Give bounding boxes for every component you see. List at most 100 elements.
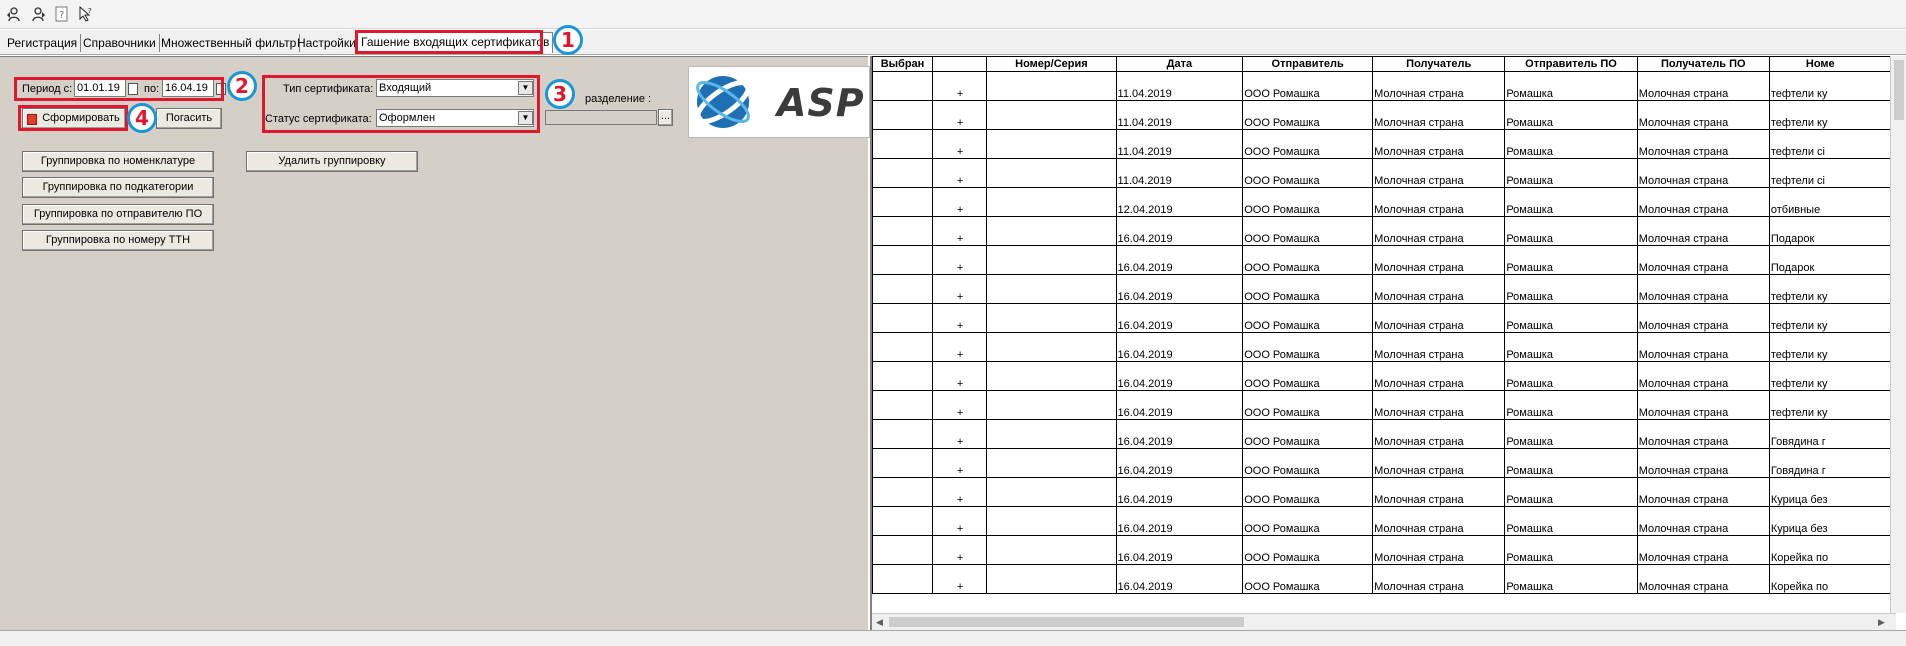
table-row[interactable]: +11.04.2019 ООО Ромашка Молочная страна Ром… — [871, 71, 1899, 101]
table-cell-sel[interactable] — [871, 274, 934, 304]
table-cell-sel[interactable] — [871, 448, 934, 478]
column-header[interactable]: Выбран — [871, 56, 934, 72]
tab-multi-filter[interactable]: Множественный фильтр — [158, 34, 301, 52]
table-cell-sel[interactable] — [871, 158, 934, 188]
table-cell-sender: ООО Ромашка — [1242, 187, 1374, 217]
table-cell-name: тефтели ку — [1768, 274, 1899, 304]
asp-logo: ASP — [688, 66, 870, 138]
table-header-row: Выбран Номер/Серия Дата Отправитель Полу… — [871, 56, 1899, 72]
group-by-ttn-button[interactable]: Группировка по номеру ТТН — [22, 230, 214, 251]
table-row[interactable]: +16.04.2019 ООО Ромашка Молочная страна Ром… — [871, 303, 1899, 333]
table-cell-recipient: Молочная страна — [1372, 187, 1506, 217]
table-cell-name: тефтели ку — [1768, 303, 1899, 333]
table-cell-sel[interactable] — [871, 477, 934, 507]
cancel-certificates-button[interactable]: Погасить — [156, 108, 222, 129]
table-cell-name: Говядина г — [1768, 448, 1899, 478]
table-cell-sel[interactable] — [871, 245, 934, 275]
horizontal-scrollbar[interactable]: ◀ ▶ — [872, 613, 1896, 631]
table-row[interactable]: +16.04.2019 ООО Ромашка Молочная страна Ром… — [871, 361, 1899, 391]
column-header[interactable]: Получатель ПО — [1636, 56, 1770, 72]
user-forward-icon[interactable] — [30, 6, 46, 22]
help-icon[interactable]: ? — [54, 6, 70, 22]
table-row[interactable]: +11.04.2019 ООО Ромашка Молочная страна Ром… — [871, 158, 1899, 188]
table-cell-sel[interactable] — [871, 332, 934, 362]
scroll-right-icon[interactable]: ▶ — [1878, 617, 1885, 628]
table-cell-mark: + — [932, 535, 988, 565]
table-cell-date: 16.04.2019 — [1115, 332, 1244, 362]
table-cell-sel[interactable] — [871, 187, 934, 217]
column-header[interactable]: Дата — [1115, 56, 1244, 72]
table-row[interactable]: +16.04.2019 ООО Ромашка Молочная страна Ром… — [871, 506, 1899, 536]
certificates-table: Выбран Номер/Серия Дата Отправитель Полу… — [871, 56, 1899, 594]
remove-grouping-button[interactable]: Удалить группировку — [246, 151, 418, 172]
column-header[interactable]: Номе — [1768, 56, 1899, 72]
table-cell-sender-po: Ромашка — [1504, 390, 1638, 420]
group-by-sender-po-button[interactable]: Группировка по отправителю ПО — [22, 204, 214, 225]
table-row[interactable]: +16.04.2019 ООО Ромашка Молочная страна Ром… — [871, 564, 1899, 594]
table-row[interactable]: +16.04.2019 ООО Ромашка Молочная страна Ром… — [871, 216, 1899, 246]
tab-settings[interactable]: Настройки — [294, 34, 360, 52]
group-by-nomenclature-button[interactable]: Группировка по номенклатуре — [22, 151, 214, 172]
column-header[interactable]: Отправитель ПО — [1504, 56, 1638, 72]
table-cell-sender-po: Ромашка — [1504, 187, 1638, 217]
table-cell-sel[interactable] — [871, 216, 934, 246]
table-cell-sel[interactable] — [871, 564, 934, 594]
table-row[interactable]: +11.04.2019 ООО Ромашка Молочная страна Ром… — [871, 100, 1899, 130]
scroll-thumb[interactable] — [1894, 60, 1904, 120]
table-cell-sender-po: Ромашка — [1504, 158, 1638, 188]
column-header[interactable]: Получатель — [1372, 56, 1506, 72]
tab-references[interactable]: Справочники — [80, 34, 160, 52]
table-row[interactable]: +11.04.2019 ООО Ромашка Молочная страна Ром… — [871, 129, 1899, 159]
table-cell-name: отбивные — [1768, 187, 1899, 217]
user-back-icon[interactable] — [6, 6, 22, 22]
table-cell-sel[interactable] — [871, 71, 934, 101]
table-cell-num — [986, 419, 1117, 449]
column-header[interactable] — [932, 56, 988, 72]
table-row[interactable]: +16.04.2019 ООО Ромашка Молочная страна Ром… — [871, 535, 1899, 565]
table-cell-recipient: Молочная страна — [1372, 419, 1506, 449]
table-cell-sender: ООО Ромашка — [1242, 564, 1374, 594]
table-cell-sender: ООО Ромашка — [1242, 332, 1374, 362]
table-row[interactable]: +16.04.2019 ООО Ромашка Молочная страна Ром… — [871, 274, 1899, 304]
table-cell-name: Говядина г — [1768, 419, 1899, 449]
table-cell-sender-po: Ромашка — [1504, 303, 1638, 333]
table-cell-sender-po: Ромашка — [1504, 477, 1638, 507]
table-row[interactable]: +16.04.2019 ООО Ромашка Молочная страна Ром… — [871, 477, 1899, 507]
table-cell-num — [986, 216, 1117, 246]
table-cell-sel[interactable] — [871, 303, 934, 333]
tab-registration[interactable]: Регистрация — [4, 34, 82, 52]
scroll-left-icon[interactable]: ◀ — [876, 617, 883, 628]
table-cell-sel[interactable] — [871, 100, 934, 130]
table-cell-sel[interactable] — [871, 390, 934, 420]
pointer-help-icon[interactable]: ? — [78, 5, 94, 22]
column-header[interactable]: Отправитель — [1242, 56, 1374, 72]
table-row[interactable]: +16.04.2019 ООО Ромашка Молочная страна Ром… — [871, 390, 1899, 420]
table-row[interactable]: +16.04.2019 ООО Ромашка Молочная страна Ром… — [871, 332, 1899, 362]
table-cell-mark: + — [932, 361, 988, 391]
table-cell-sel[interactable] — [871, 506, 934, 536]
group-by-subcategory-button[interactable]: Группировка по подкатегории — [22, 177, 214, 198]
scroll-thumb[interactable] — [889, 617, 1244, 627]
table-cell-num — [986, 71, 1117, 101]
table-cell-recipient-po: Молочная страна — [1636, 419, 1770, 449]
table-row[interactable]: +16.04.2019 ООО Ромашка Молочная страна Ром… — [871, 419, 1899, 449]
table-cell-name: Подарок — [1768, 245, 1899, 275]
table-row[interactable]: +12.04.2019 ООО Ромашка Молочная страна Ром… — [871, 187, 1899, 217]
logo-text: ASP — [777, 81, 865, 125]
table-cell-recipient: Молочная страна — [1372, 245, 1506, 275]
table-cell-sender-po: Ромашка — [1504, 332, 1638, 362]
table-row[interactable]: +16.04.2019 ООО Ромашка Молочная страна Ром… — [871, 245, 1899, 275]
table-row[interactable]: +16.04.2019 ООО Ромашка Молочная страна Ром… — [871, 448, 1899, 478]
division-input[interactable] — [545, 110, 657, 125]
column-header[interactable]: Номер/Серия — [986, 56, 1117, 72]
table-cell-date: 16.04.2019 — [1115, 245, 1244, 275]
table-cell-recipient-po: Молочная страна — [1636, 158, 1770, 188]
table-cell-sel[interactable] — [871, 361, 934, 391]
table-cell-name: тефтели ку — [1768, 361, 1899, 391]
table-cell-num — [986, 535, 1117, 565]
division-browse-button[interactable]: ... — [658, 109, 673, 126]
table-cell-sel[interactable] — [871, 535, 934, 565]
vertical-scrollbar[interactable] — [1890, 56, 1906, 613]
table-cell-sel[interactable] — [871, 129, 934, 159]
table-cell-sel[interactable] — [871, 419, 934, 449]
